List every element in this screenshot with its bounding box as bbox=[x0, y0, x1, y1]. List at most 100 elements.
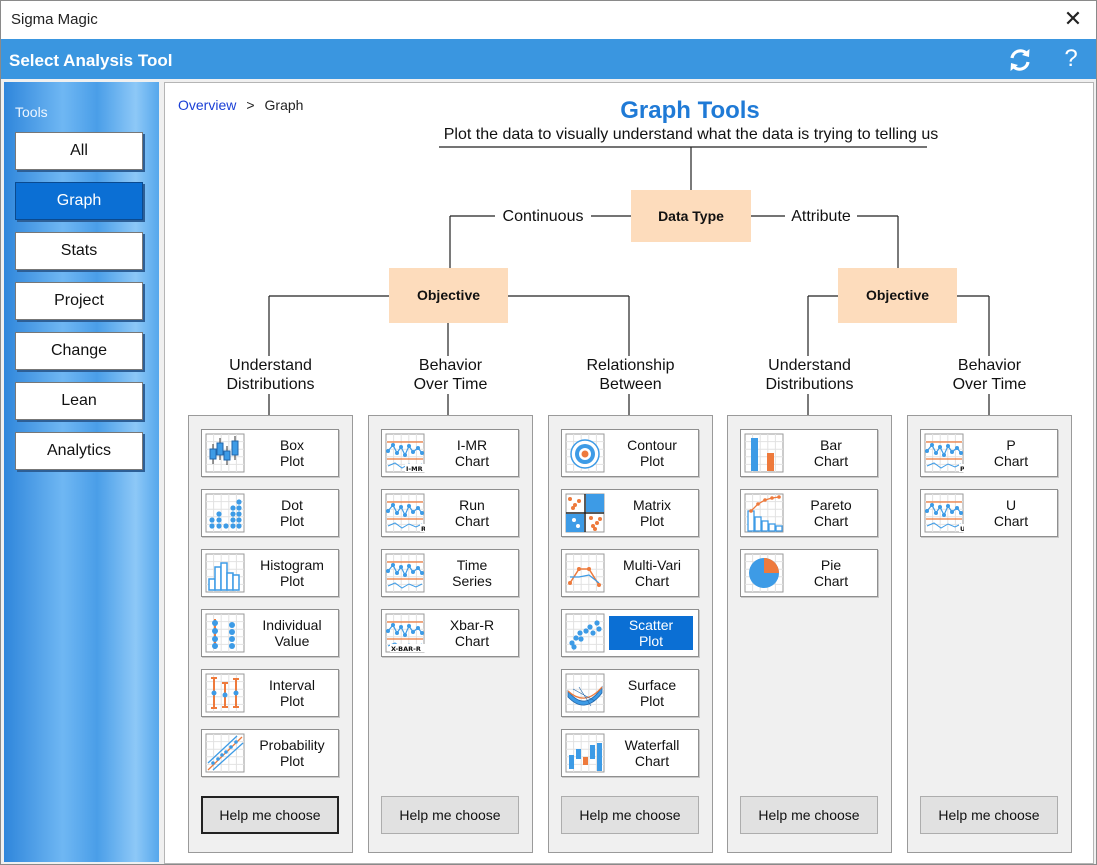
sidebar-title: Tools bbox=[15, 104, 48, 120]
tool-label-line1: Histogram bbox=[260, 557, 324, 573]
sidebar-item-lean[interactable]: Lean bbox=[15, 382, 143, 420]
tool-label: Multi-Vari Chart bbox=[610, 557, 694, 589]
svg-text:U: U bbox=[960, 525, 964, 533]
tool-panel-1: I-MRI-MRChartRRunChartTimeSeriesX-BAR-RX… bbox=[368, 415, 533, 853]
tool-label-line1: Contour bbox=[627, 437, 677, 453]
category-label-2: Relationship Between bbox=[538, 356, 723, 394]
category-label-line1: Behavior bbox=[957, 357, 1022, 374]
sidebar-item-all[interactable]: All bbox=[15, 132, 143, 170]
attribute-label: Attribute bbox=[785, 207, 857, 226]
xbar-r-chart-button[interactable]: X-BAR-R Xbar-R Chart bbox=[381, 609, 519, 657]
waterfall-chart-icon bbox=[565, 733, 605, 773]
pareto-chart-button[interactable]: Pareto Chart bbox=[740, 489, 878, 537]
tool-label-line2: Chart bbox=[813, 453, 849, 469]
box-plot-button[interactable]: Box Plot bbox=[201, 429, 339, 477]
matrix-plot-icon bbox=[565, 493, 605, 533]
header-bar: Select Analysis Tool ? bbox=[1, 39, 1096, 79]
tool-label-line1: Dot bbox=[281, 497, 303, 513]
time-series-button[interactable]: Time Series bbox=[381, 549, 519, 597]
tool-label: Time Series bbox=[430, 557, 514, 589]
tool-label: Interval Plot bbox=[250, 677, 334, 709]
scatter-plot-button[interactable]: Scatter Plot bbox=[561, 609, 699, 657]
help-me-choose-button[interactable]: Help me choose bbox=[561, 796, 699, 834]
help-icon[interactable]: ? bbox=[1059, 44, 1083, 74]
surface-plot-button[interactable]: Surface Plot bbox=[561, 669, 699, 717]
tool-label: Matrix Plot bbox=[610, 497, 694, 529]
dot-plot-icon bbox=[205, 493, 245, 533]
tool-label-line2: Plot bbox=[639, 453, 665, 469]
u-chart-icon: U bbox=[924, 493, 964, 533]
contour-plot-button[interactable]: Contour Plot bbox=[561, 429, 699, 477]
category-label-line1: Understand bbox=[229, 357, 312, 374]
tool-label: Individual Value bbox=[250, 617, 334, 649]
sidebar-item-analytics[interactable]: Analytics bbox=[15, 432, 143, 470]
p-chart-button[interactable]: PPChart bbox=[920, 429, 1058, 477]
tool-label-line1: Pie bbox=[820, 557, 842, 573]
tool-label: Waterfall Chart bbox=[610, 737, 694, 769]
help-me-choose-button[interactable]: Help me choose bbox=[201, 796, 339, 834]
tool-panel-0: Box Plot Dot Plot Histogram Plot Individual Val… bbox=[188, 415, 353, 853]
header-title: Select Analysis Tool bbox=[9, 51, 173, 70]
tool-label-line1: Run bbox=[459, 497, 485, 513]
category-label-0: Understand Distributions bbox=[178, 356, 363, 394]
help-me-choose-button[interactable]: Help me choose bbox=[920, 796, 1058, 834]
close-icon[interactable]: ✕ bbox=[1058, 4, 1088, 34]
tool-label-line2: Plot bbox=[638, 633, 664, 649]
category-label-line1: Behavior bbox=[418, 357, 483, 374]
multi-vari-button[interactable]: Multi-Vari Chart bbox=[561, 549, 699, 597]
category-label-1: Behavior Over Time bbox=[358, 356, 543, 394]
individual-value-button[interactable]: Individual Value bbox=[201, 609, 339, 657]
surface-plot-icon bbox=[565, 673, 605, 713]
imr-chart-button[interactable]: I-MR I-MR Chart bbox=[381, 429, 519, 477]
svg-text:X-BAR-R: X-BAR-R bbox=[391, 645, 421, 653]
svg-text:I-MR: I-MR bbox=[406, 465, 423, 473]
category-label-line1: Relationship bbox=[586, 357, 675, 374]
objective-node-right: Objective bbox=[838, 268, 957, 323]
tool-label: Dot Plot bbox=[250, 497, 334, 529]
svg-text:P: P bbox=[960, 465, 964, 473]
bar-chart-button[interactable]: Bar Chart bbox=[740, 429, 878, 477]
imr-chart-icon: I-MR bbox=[385, 433, 425, 473]
sidebar-item-graph[interactable]: Graph bbox=[15, 182, 143, 220]
help-me-choose-button[interactable]: Help me choose bbox=[381, 796, 519, 834]
app-window: Sigma Magic ✕ Select Analysis Tool ? Too… bbox=[0, 0, 1097, 865]
category-label-line1: Understand bbox=[768, 357, 851, 374]
sidebar-item-change[interactable]: Change bbox=[15, 332, 143, 370]
tool-label-line1: Matrix bbox=[632, 497, 672, 513]
category-label-line2: Between bbox=[599, 376, 662, 393]
tool-label-line2: Chart bbox=[813, 513, 849, 529]
tool-label-line2: Chart bbox=[813, 573, 849, 589]
matrix-plot-button[interactable]: Matrix Plot bbox=[561, 489, 699, 537]
interval-plot-button[interactable]: Interval Plot bbox=[201, 669, 339, 717]
help-me-choose-button[interactable]: Help me choose bbox=[740, 796, 878, 834]
histogram-button[interactable]: Histogram Plot bbox=[201, 549, 339, 597]
refresh-icon[interactable] bbox=[1006, 46, 1034, 74]
tool-label-line2: Plot bbox=[639, 513, 665, 529]
sidebar: Tools All Graph Stats Project Change Lean Anal… bbox=[4, 82, 159, 862]
u-chart-button[interactable]: UUChart bbox=[920, 489, 1058, 537]
tool-label-line2: Plot bbox=[279, 513, 305, 529]
tool-label-line1: Multi-Vari bbox=[622, 557, 682, 573]
tool-label-line1: Time bbox=[456, 557, 488, 573]
bar-chart-icon bbox=[744, 433, 784, 473]
window-title: Sigma Magic bbox=[11, 11, 98, 28]
tool-label-line2: Chart bbox=[454, 453, 490, 469]
tool-panel-4: PPChart UUChart Help me choose bbox=[907, 415, 1072, 853]
sidebar-item-stats[interactable]: Stats bbox=[15, 232, 143, 270]
pie-chart-button[interactable]: Pie Chart bbox=[740, 549, 878, 597]
dot-plot-button[interactable]: Dot Plot bbox=[201, 489, 339, 537]
sidebar-item-project[interactable]: Project bbox=[15, 282, 143, 320]
tool-label-line1: I-MR bbox=[456, 437, 488, 453]
probability-plot-button[interactable]: Probability Plot bbox=[201, 729, 339, 777]
svg-text:R: R bbox=[421, 525, 425, 533]
tool-panel-2: Contour Plot Matrix Plot Multi-Vari Chart Scat… bbox=[548, 415, 713, 853]
tool-label-line1: Waterfall bbox=[624, 737, 680, 753]
run-chart-button[interactable]: R RunChart bbox=[381, 489, 519, 537]
run-chart-icon: R bbox=[385, 493, 425, 533]
tool-label: Xbar-R Chart bbox=[430, 617, 514, 649]
tool-label: Surface Plot bbox=[610, 677, 694, 709]
tool-label-line2: Chart bbox=[634, 753, 670, 769]
waterfall-chart-button[interactable]: Waterfall Chart bbox=[561, 729, 699, 777]
tool-label-line2: Chart bbox=[454, 633, 490, 649]
xbar-r-chart-icon: X-BAR-R bbox=[385, 613, 425, 653]
